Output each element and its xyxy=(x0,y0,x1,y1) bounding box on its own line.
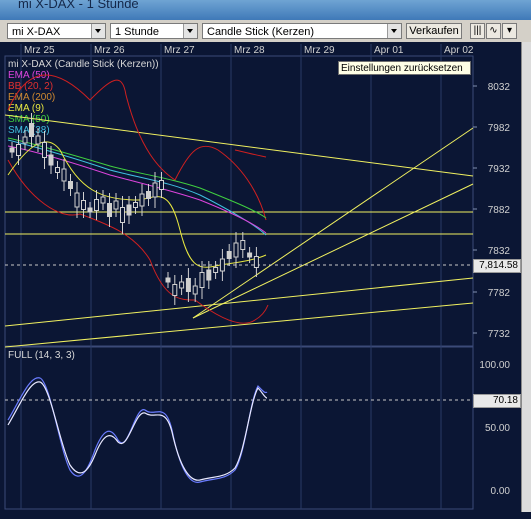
chevron-down-icon[interactable] xyxy=(387,24,401,38)
price-tick: 7832 xyxy=(488,246,511,257)
candle-body xyxy=(133,202,138,208)
candle-body xyxy=(42,142,47,158)
candle-body xyxy=(240,240,246,250)
price-tick: 7982 xyxy=(488,123,511,134)
chart-type-value: Candle Stick (Kerzen) xyxy=(207,26,314,38)
date-label: Mrz 26 xyxy=(94,45,125,56)
legend-item: EMA (200) xyxy=(8,92,55,103)
candle-body xyxy=(233,242,239,258)
date-label: Mrz 25 xyxy=(24,45,55,56)
candle-body xyxy=(219,258,225,272)
osc-tick: 0.00 xyxy=(491,486,511,497)
price-tick: 7732 xyxy=(488,329,511,340)
instrument-value: mi X-DAX xyxy=(12,26,61,38)
candle-body xyxy=(107,203,112,217)
sell-button[interactable]: Verkaufen xyxy=(406,23,462,39)
candle-body xyxy=(139,193,145,207)
bar-chart-icon[interactable]: ||| xyxy=(470,23,485,39)
chart-area[interactable]: Mrz 25 Mrz 26 Mrz 27 Mrz 28 Mrz 29 Apr 0… xyxy=(0,42,531,514)
candle-body xyxy=(87,207,93,213)
candle-body xyxy=(159,180,164,190)
date-label: Apr 02 xyxy=(444,45,474,56)
candle-body xyxy=(9,147,15,153)
candle-body xyxy=(165,277,171,283)
candle-body xyxy=(226,251,232,259)
legend-item: BB (20, 2) xyxy=(8,81,53,92)
vertical-scrollbar[interactable] xyxy=(521,42,531,512)
chart-type-dropdown[interactable]: Candle Stick (Kerzen) xyxy=(202,23,402,39)
candle-body xyxy=(55,167,60,173)
date-label: Mrz 28 xyxy=(234,45,265,56)
date-label: Mrz 29 xyxy=(304,45,335,56)
candle-body xyxy=(74,192,80,208)
candle-body xyxy=(29,123,34,137)
chevron-down-icon[interactable] xyxy=(183,24,197,38)
legend-item: SMA (38) xyxy=(8,125,50,136)
current-price-label: 7,814.58 xyxy=(473,259,521,273)
candle-body xyxy=(247,252,253,258)
osc-tick: 50.00 xyxy=(485,423,510,434)
title-bar: mi X-DAX - 1 Stunde xyxy=(0,0,531,20)
legend-item: SMA (50) xyxy=(8,114,50,125)
candle-body xyxy=(185,278,191,292)
candle-body xyxy=(81,200,86,210)
candle-body xyxy=(48,154,54,166)
settings-icon[interactable]: ▾ xyxy=(502,23,517,39)
window-title: mi X-DAX - 1 Stunde xyxy=(18,0,139,11)
oscillator-label: FULL (14, 3, 3) xyxy=(8,350,75,361)
candle-body xyxy=(113,200,119,210)
price-tick: 7782 xyxy=(488,288,511,299)
candle-body xyxy=(206,269,212,281)
legend-item: mi X-DAX (Candle Stick (Kerzen)) xyxy=(8,59,159,70)
instrument-dropdown[interactable]: mi X-DAX xyxy=(7,23,106,39)
oscillator-value-label: 70.18 xyxy=(473,394,521,408)
candle-body xyxy=(61,168,67,182)
candle-body xyxy=(100,196,106,204)
candle-body xyxy=(126,204,132,216)
candle-body xyxy=(199,272,205,288)
reset-settings-tooltip: Einstellungen zurücksetzen xyxy=(338,61,471,75)
osc-tick: 100.00 xyxy=(479,360,510,371)
price-tick: 7882 xyxy=(488,205,511,216)
chevron-down-icon[interactable] xyxy=(91,24,105,38)
chart-window: mi X-DAX - 1 Stunde mi X-DAX 1 Stunde Ca… xyxy=(0,0,531,514)
price-tick: 7932 xyxy=(488,164,511,175)
candle-body xyxy=(146,191,151,199)
candle-body xyxy=(192,285,198,295)
candle-body xyxy=(68,181,73,189)
legend-item: EMA (9) xyxy=(8,103,44,114)
line-chart-icon[interactable]: ∿ xyxy=(486,23,501,39)
candle-body xyxy=(253,256,259,268)
candle-body xyxy=(152,182,158,198)
candle-body xyxy=(94,199,99,211)
price-tick: 8032 xyxy=(488,82,511,93)
candle-body xyxy=(120,207,125,223)
date-label: Mrz 27 xyxy=(164,45,195,56)
candle-body xyxy=(35,135,41,145)
candle-body xyxy=(213,267,219,273)
candle-body xyxy=(179,281,185,289)
interval-value: 1 Stunde xyxy=(115,26,160,38)
interval-dropdown[interactable]: 1 Stunde xyxy=(110,23,198,39)
candle-body xyxy=(22,136,28,144)
toolbar: mi X-DAX 1 Stunde Candle Stick (Kerzen) … xyxy=(0,20,531,43)
date-label: Apr 01 xyxy=(374,45,404,56)
candle-body xyxy=(16,144,21,156)
candle-body xyxy=(172,284,178,296)
